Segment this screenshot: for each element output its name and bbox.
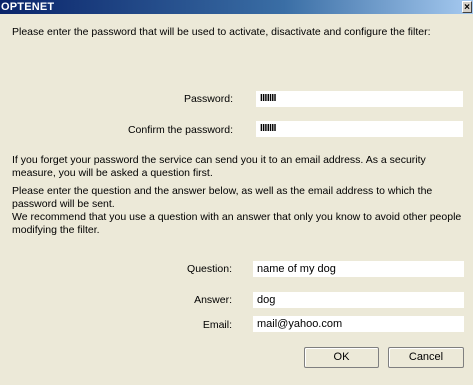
close-button[interactable]: × xyxy=(462,1,472,13)
title-bar: OPTENET × xyxy=(0,0,473,14)
forgot-password-text: If you forget your password the service … xyxy=(12,154,426,179)
question-label: Question: xyxy=(187,263,232,275)
cancel-button[interactable]: Cancel xyxy=(388,347,464,368)
ok-button[interactable]: OK xyxy=(304,347,379,368)
password-label: Password: xyxy=(183,93,233,105)
confirm-password-label: Confirm the password: xyxy=(127,124,233,136)
answer-label: Answer: xyxy=(194,294,232,306)
email-field[interactable]: mail@yahoo.com xyxy=(253,316,464,332)
instruction-text: Please enter the question and the answer… xyxy=(12,185,433,210)
password-field[interactable]: IIIIIII xyxy=(256,91,463,107)
recommendation-text: We recommend that you use a question wit… xyxy=(12,211,462,236)
confirm-password-field[interactable]: IIIIIII xyxy=(256,121,463,137)
question-field[interactable]: name of my dog xyxy=(253,261,464,277)
intro-text: Please enter the password that will be u… xyxy=(12,26,431,38)
email-label: Email: xyxy=(202,319,232,331)
window-title: OPTENET xyxy=(1,1,55,13)
answer-field[interactable]: dog xyxy=(253,292,464,308)
close-icon: × xyxy=(464,2,470,13)
